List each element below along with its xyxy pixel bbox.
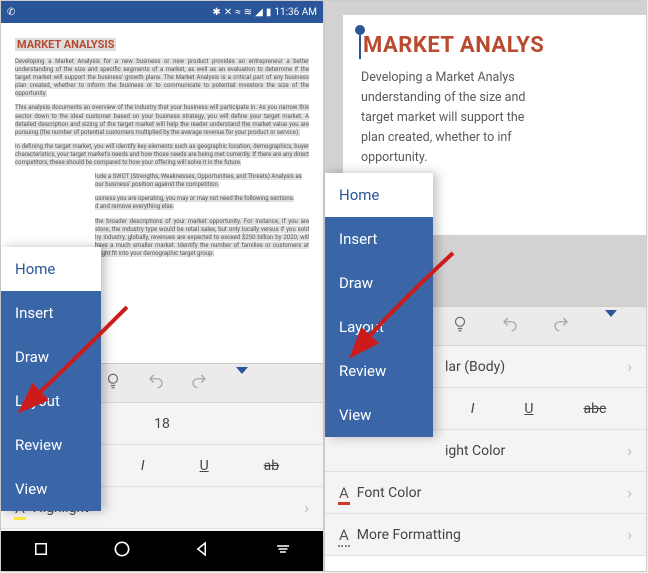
menu-item-insert[interactable]: Insert [325, 217, 433, 261]
more-formatting-row[interactable]: A More Formatting › [325, 514, 646, 556]
vibrate-icon: ≈ [235, 7, 241, 18]
highlight-color-label: ight Color [445, 443, 505, 459]
lightbulb-icon[interactable] [446, 315, 474, 337]
italic-button[interactable]: I [471, 401, 475, 417]
wifi-icon: ≋ [244, 7, 252, 18]
expand-caret-icon[interactable] [228, 374, 256, 393]
android-nav-bar [1, 531, 323, 571]
menu-item-view[interactable]: View [1, 467, 101, 511]
underline-button[interactable]: U [524, 401, 533, 417]
doc-paragraph[interactable]: In defining the target market, you will … [15, 143, 309, 167]
status-bar: ✆ ✱ ✕ ≈ ≋ ◢ ▮ 11:36 AM [1, 1, 323, 23]
menu-item-review[interactable]: Review [325, 349, 433, 393]
tab-menu: Home Insert Draw Layout Review View [1, 247, 101, 511]
undo-icon[interactable] [142, 372, 170, 394]
menu-item-insert[interactable]: Insert [1, 291, 101, 335]
redo-icon[interactable] [547, 315, 575, 337]
doc-paragraph[interactable]: usiness you are operating, you may or ma… [15, 195, 309, 211]
menu-lines-button[interactable] [274, 540, 292, 562]
menu-item-layout[interactable]: Layout [325, 305, 433, 349]
chevron-right-icon: › [627, 525, 632, 544]
doc-paragraph[interactable]: This analysis documents an overview of t… [15, 104, 309, 136]
doc-title[interactable]: MARKET ANALYS [361, 33, 546, 58]
mute-icon: ✕ [224, 7, 232, 18]
font-size-value: 18 [154, 416, 170, 432]
doc-paragraph[interactable]: lude a SWOT (Strengths, Weaknesses, Oppo… [15, 173, 309, 189]
bluetooth-icon: ✱ [212, 7, 220, 18]
tab-menu: Home Insert Draw Layout Review View [325, 173, 433, 437]
doc-paragraph[interactable]: Developing a Market Analys understanding… [361, 68, 646, 168]
battery-icon: ▮ [266, 7, 272, 18]
font-family-label: lar (Body) [445, 359, 505, 375]
more-formatting-label: More Formatting [357, 527, 461, 543]
doc-title[interactable]: MARKET ANALYSIS [15, 38, 116, 51]
strikethrough-button[interactable]: ab [264, 458, 279, 474]
italic-button[interactable]: I [141, 458, 145, 474]
menu-item-view[interactable]: View [325, 393, 433, 437]
underline-button[interactable]: U [200, 458, 209, 474]
expand-caret-icon[interactable] [597, 317, 625, 336]
recent-apps-button[interactable] [32, 540, 50, 562]
chevron-right-icon: › [627, 357, 632, 376]
signal-icon: ◢ [255, 7, 263, 18]
more-formatting-icon: A [339, 526, 349, 544]
menu-item-draw[interactable]: Draw [1, 335, 101, 379]
menu-item-home[interactable]: Home [1, 247, 101, 291]
menu-item-review[interactable]: Review [1, 423, 101, 467]
lightbulb-icon[interactable] [99, 372, 127, 394]
chevron-right-icon: › [627, 483, 632, 502]
back-button[interactable] [194, 540, 212, 562]
font-color-label: Font Color [357, 485, 422, 501]
strikethrough-button[interactable]: abc [583, 401, 606, 417]
chevron-right-icon: › [304, 498, 309, 517]
chevron-right-icon: › [627, 441, 632, 460]
font-color-icon: A [339, 484, 349, 502]
doc-paragraph[interactable]: Developing a Market Analysis for a new b… [15, 58, 309, 98]
phone-icon: ✆ [7, 7, 15, 18]
menu-item-layout[interactable]: Layout [1, 379, 101, 423]
selection-handle-icon[interactable] [355, 25, 365, 35]
font-color-row[interactable]: A Font Color › [325, 472, 646, 514]
clock: 11:36 AM [274, 7, 317, 18]
menu-item-draw[interactable]: Draw [325, 261, 433, 305]
undo-icon[interactable] [496, 315, 524, 337]
home-button[interactable] [112, 539, 132, 563]
redo-icon[interactable] [185, 372, 213, 394]
menu-item-home[interactable]: Home [325, 173, 433, 217]
